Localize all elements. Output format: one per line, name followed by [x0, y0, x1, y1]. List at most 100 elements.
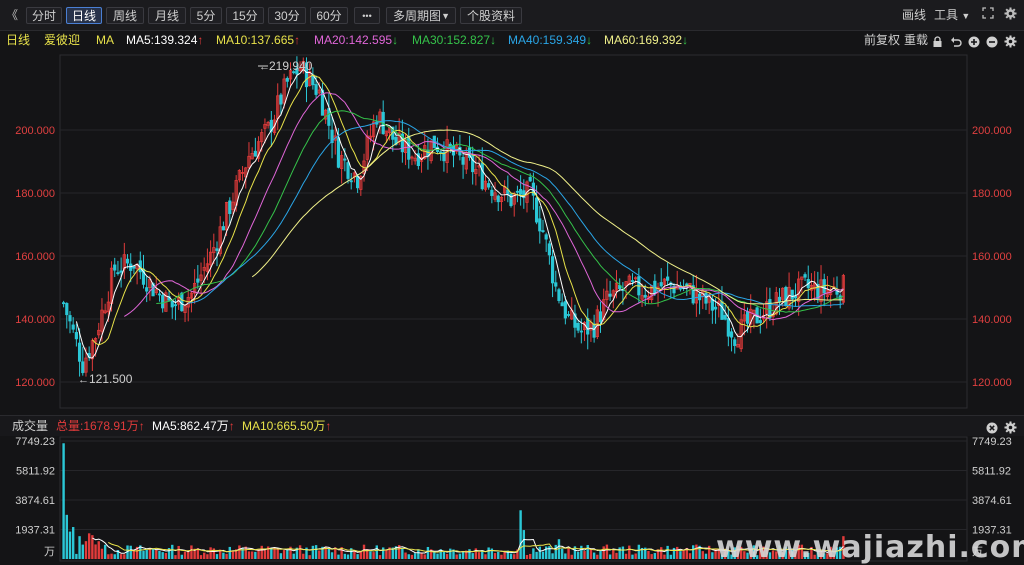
tools-dropdown[interactable]: 工具 ▼	[934, 7, 970, 24]
candle-body	[336, 137, 341, 168]
candle-body	[758, 320, 762, 323]
candle-body	[221, 226, 225, 231]
candle-body	[784, 286, 788, 307]
settings-gear-icon[interactable]	[1004, 7, 1017, 25]
volume-bar	[529, 553, 532, 559]
volume-bar	[190, 545, 193, 559]
volume-bar	[487, 547, 490, 559]
volume-bar	[346, 554, 350, 559]
tab-5min[interactable]: 5分	[190, 7, 222, 24]
volume-bar	[385, 549, 388, 559]
volume-bar	[292, 553, 295, 559]
candlestick-chart[interactable]: 200.000 180.000 160.000 140.000 120.000 200.…	[0, 50, 1024, 415]
candle-body	[557, 289, 561, 301]
candle-body	[720, 301, 724, 320]
volume-bar	[420, 553, 423, 559]
volume-bar	[544, 546, 548, 559]
volume-bar	[663, 554, 666, 559]
ma30-value: MA30:152.827↓	[412, 33, 497, 47]
candle-body	[566, 314, 571, 316]
volume-bar	[407, 554, 410, 559]
volume-bar	[484, 554, 487, 559]
volume-bar	[608, 554, 612, 559]
volume-bar	[81, 544, 84, 559]
indicator-name[interactable]: MA	[96, 30, 114, 50]
volume-bar	[532, 548, 535, 559]
volume-bar	[596, 554, 599, 559]
volume-ma5: MA5:862.47万↑	[152, 419, 235, 433]
volume-bar	[87, 533, 91, 559]
candle-body	[528, 177, 532, 182]
volume-bar	[621, 546, 625, 559]
candle-body	[729, 331, 734, 338]
candle-body	[768, 299, 772, 318]
candle-body	[560, 302, 564, 307]
volume-bar	[353, 550, 356, 559]
volume-tick-label: 5811.92	[972, 466, 1011, 478]
volume-bar	[401, 547, 404, 559]
volume-indicator-bar: 成交量 总量:1678.91万↑ MA5:862.47万↑ MA10:665.5…	[0, 415, 1024, 436]
candle-body	[480, 162, 484, 190]
forward-adjust-button[interactable]: 前复权	[864, 30, 900, 50]
volume-bar	[183, 551, 187, 559]
candle-body	[116, 272, 120, 275]
reload-button[interactable]: 重载	[904, 30, 928, 50]
candle-body	[180, 292, 184, 312]
volume-bar	[84, 541, 88, 559]
volume-bar	[461, 551, 465, 559]
fullscreen-icon[interactable]	[982, 7, 994, 24]
candle-body	[733, 339, 737, 346]
candle-body	[77, 342, 82, 362]
volume-bar	[554, 544, 557, 559]
candle-body	[196, 278, 200, 283]
tab-15min[interactable]: 15分	[226, 7, 264, 24]
multi-period-dropdown[interactable]: 多周期图 ▼	[386, 7, 456, 24]
price-tick-label: 120.000	[15, 377, 55, 389]
draw-line-button[interactable]: 画线	[902, 7, 926, 24]
volume-bar	[602, 546, 605, 559]
stock-info-button[interactable]: 个股资料	[460, 7, 522, 24]
candle-body	[279, 94, 283, 105]
volume-tick-label: 3874.61	[972, 495, 1012, 507]
volume-bar	[362, 544, 366, 559]
candle-body	[547, 243, 551, 256]
candle-body	[777, 296, 782, 303]
tab-daily[interactable]: 日线	[66, 7, 102, 24]
tab-60min[interactable]: 60分	[310, 7, 348, 24]
tab-weekly[interactable]: 周线	[106, 7, 144, 24]
candle-body	[723, 315, 727, 320]
price-tick-label: 140.000	[15, 314, 55, 326]
volume-bar	[564, 553, 567, 559]
volume-bar	[535, 551, 538, 559]
caret-down-icon: ▼	[441, 11, 450, 21]
volume-bar	[308, 555, 311, 559]
period-label: 日线	[6, 33, 31, 47]
candle-body	[726, 318, 730, 337]
volume-bar	[631, 554, 634, 559]
volume-bar	[378, 555, 382, 559]
volume-bar	[679, 551, 682, 559]
volume-bar	[704, 553, 708, 559]
volume-bar	[471, 553, 474, 559]
volume-bar	[276, 548, 279, 559]
volume-bar	[442, 551, 446, 559]
volume-bar	[375, 545, 378, 559]
candle-body	[327, 108, 331, 126]
tab-30min[interactable]: 30分	[268, 7, 306, 24]
collapse-left-icon[interactable]: 《	[6, 7, 18, 24]
volume-bar	[676, 546, 679, 559]
volume-bar	[691, 545, 695, 559]
more-button[interactable]: •••	[354, 7, 380, 24]
volume-bar	[97, 541, 100, 559]
volume-bar	[222, 552, 225, 559]
volume-bar	[279, 553, 283, 559]
volume-bar	[477, 552, 481, 559]
candle-body	[608, 293, 612, 297]
tab-monthly[interactable]: 月线	[148, 7, 186, 24]
volume-title[interactable]: 成交量	[12, 416, 48, 436]
candle-body	[161, 294, 165, 309]
ma-indicator-bar: 日线 爱彼迎 MA MA5:139.324↑ MA10:137.665↑ MA2…	[0, 30, 1024, 50]
tab-minute[interactable]: 分时	[26, 7, 62, 24]
volume-bar	[634, 553, 637, 559]
volume-bar	[100, 548, 104, 559]
